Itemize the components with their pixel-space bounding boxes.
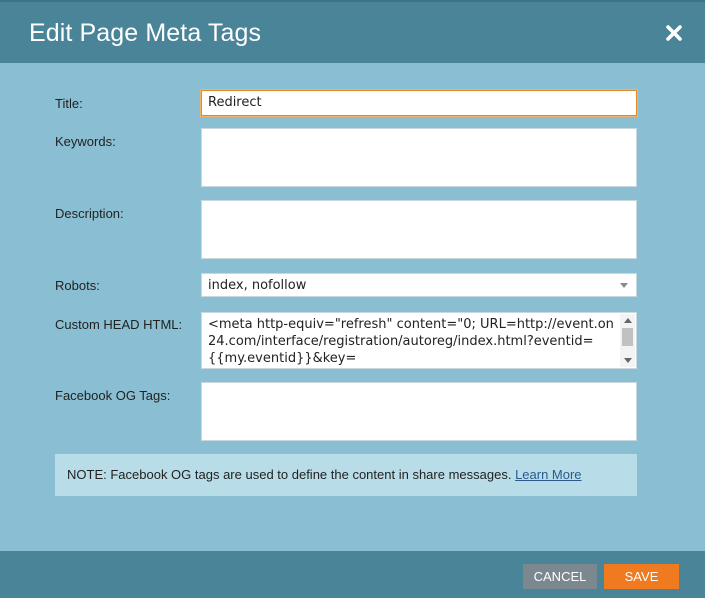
scroll-down-icon[interactable] xyxy=(624,358,632,363)
edit-meta-tags-dialog: Edit Page Meta Tags Title: Redirect Keyw… xyxy=(0,0,705,598)
robots-selected-value: index, nofollow xyxy=(208,278,307,293)
description-textarea[interactable] xyxy=(201,200,637,259)
save-button[interactable]: SAVE xyxy=(604,564,679,589)
scroll-up-icon[interactable] xyxy=(624,318,632,323)
custom-head-label: Custom HEAD HTML: xyxy=(55,317,183,332)
chevron-down-icon xyxy=(620,283,628,288)
dialog-header: Edit Page Meta Tags xyxy=(0,0,705,63)
title-input[interactable]: Redirect xyxy=(201,90,637,116)
scrollbar[interactable] xyxy=(620,314,635,367)
keywords-label: Keywords: xyxy=(55,134,116,149)
learn-more-link[interactable]: Learn More xyxy=(515,467,581,482)
og-tags-label: Facebook OG Tags: xyxy=(55,388,171,403)
title-label: Title: xyxy=(55,96,83,111)
custom-head-textarea[interactable]: <meta http-equiv="refresh" content="0; U… xyxy=(201,312,637,369)
custom-head-text: <meta http-equiv="refresh" content="0; U… xyxy=(208,317,614,366)
note-text: Facebook OG tags are used to define the … xyxy=(110,467,512,482)
close-icon[interactable] xyxy=(664,23,684,43)
note-box: NOTE: Facebook OG tags are used to defin… xyxy=(55,454,637,496)
robots-label: Robots: xyxy=(55,278,100,293)
dialog-footer: CANCEL SAVE xyxy=(0,551,705,598)
keywords-textarea[interactable] xyxy=(201,128,637,187)
note-prefix: NOTE: xyxy=(67,467,107,482)
cancel-button[interactable]: CANCEL xyxy=(523,564,597,589)
dialog-title: Edit Page Meta Tags xyxy=(29,19,262,47)
robots-select[interactable]: index, nofollow xyxy=(201,273,637,297)
og-tags-textarea[interactable] xyxy=(201,382,637,441)
scroll-thumb[interactable] xyxy=(622,328,633,346)
description-label: Description: xyxy=(55,206,124,221)
